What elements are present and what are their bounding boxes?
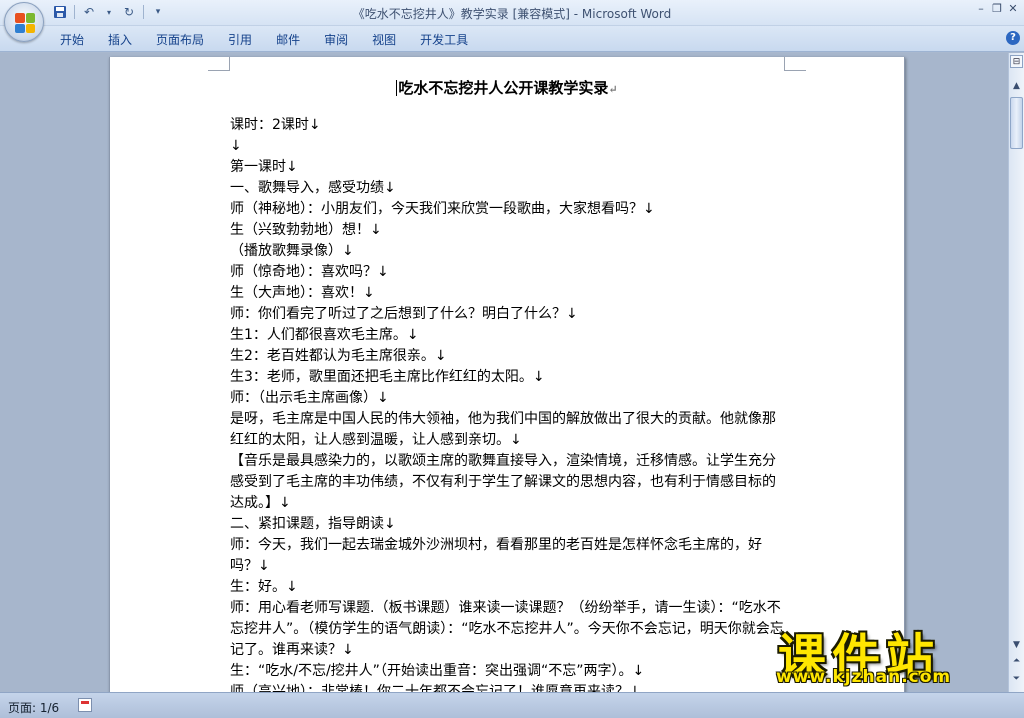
previous-page-icon[interactable]: ⏶: [1010, 654, 1023, 668]
paragraph: 生：“吃水/不忘/挖井人”（开始读出重音：突出强调“不忘”两字）。↓: [230, 663, 645, 679]
undo-icon[interactable]: ↶: [81, 4, 97, 20]
paragraph: 生1：人们都很喜欢毛主席。↓: [230, 327, 419, 343]
minimize-icon[interactable]: –: [974, 2, 988, 16]
customize-qat-icon[interactable]: ▾: [150, 4, 166, 20]
paragraph: 生：好。↓: [230, 579, 298, 595]
paragraph: 是呀，毛主席是中国人民的伟大领袖，他为我们中国的解放做出了很大的贡献。他就像那红…: [230, 411, 776, 448]
page-count-status[interactable]: 页面: 1/6: [8, 699, 59, 716]
help-icon[interactable]: ?: [1006, 31, 1020, 45]
quick-access-toolbar: ↶ ▾ ↻ ▾: [52, 4, 166, 20]
next-page-icon[interactable]: ⏷: [1010, 672, 1023, 686]
paragraph: 师：（出示毛主席画像）↓: [230, 390, 389, 406]
tab-insert[interactable]: 插入: [96, 31, 144, 49]
scroll-thumb[interactable]: [1010, 97, 1023, 149]
redo-icon[interactable]: ↻: [121, 4, 137, 20]
paragraph: 生（大声地）：喜欢！↓: [230, 285, 375, 301]
margin-corner-mark: [784, 57, 806, 71]
paragraph: 生2：老百姓都认为毛主席很亲。↓: [230, 348, 447, 364]
qat-separator: [143, 5, 144, 19]
paragraph: ↓: [230, 138, 242, 154]
vertical-scrollbar[interactable]: ⊟ ▲ ▼ ⏶ ⏷: [1008, 53, 1024, 692]
paragraph: 师（神秘地）：小朋友们，今天我们来欣赏一段歌曲，大家想看吗？↓: [230, 201, 655, 217]
paragraph: （播放歌舞录像）↓: [230, 243, 354, 259]
paragraph: 课时：2课时↓: [230, 117, 321, 133]
status-bar: 页面: 1/6: [0, 692, 1024, 718]
tab-references[interactable]: 引用: [216, 31, 264, 49]
app-name: Microsoft Word: [581, 7, 672, 21]
tab-home[interactable]: 开始: [48, 31, 96, 49]
paragraph: 一、歌舞导入，感受功绩↓: [230, 180, 396, 196]
paragraph: 师：用心看老师写课题.（板书课题）谁来读一读课题？（纷纷举手，请一生读）：“吃水…: [230, 600, 784, 658]
paragraph: 师：今天，我们一起去瑞金城外沙洲坝村，看看那里的老百姓是怎样怀念毛主席的，好吗？…: [230, 537, 762, 574]
paragraph: 生3：老师，歌里面还把毛主席比作红红的太阳。↓: [230, 369, 545, 385]
ribbon-tabs: 开始 插入 页面布局 引用 邮件 审阅 视图 开发工具: [48, 31, 480, 49]
tab-review[interactable]: 审阅: [312, 31, 360, 49]
office-logo-icon: [15, 13, 35, 33]
window-controls: – ❐ ✕: [974, 2, 1020, 16]
paragraph: 二、紧扣课题，指导朗读↓: [230, 516, 396, 532]
tab-developer[interactable]: 开发工具: [408, 31, 480, 49]
paragraph: 师：你们看完了听过了之后想到了什么？明白了什么？↓: [230, 306, 578, 322]
scroll-down-arrow-icon[interactable]: ▼: [1010, 638, 1023, 652]
save-icon[interactable]: [52, 4, 68, 20]
qat-separator: [74, 5, 75, 19]
document-title: 吃水不忘挖井人公开课教学实录↵: [110, 77, 904, 98]
paragraph: 生（兴致勃勃地）想！↓: [230, 222, 382, 238]
tab-page-layout[interactable]: 页面布局: [144, 31, 216, 49]
close-icon[interactable]: ✕: [1006, 2, 1020, 16]
ribbon-tab-bar: 开始 插入 页面布局 引用 邮件 审阅 视图 开发工具: [0, 26, 1024, 52]
paragraph: 【音乐是最具感染力的，以歌颂主席的歌舞直接导入，渲染情境，迁移情感。让学生充分感…: [230, 453, 776, 511]
chevron-down-icon[interactable]: ▾: [101, 4, 117, 20]
tab-view[interactable]: 视图: [360, 31, 408, 49]
window-title-text: 《吃水不忘挖井人》教学实录 [兼容模式] -: [352, 7, 582, 21]
paragraph: 师（高兴地）：非常棒！你二十年都不会忘记了！谁愿意再来读？↓: [230, 684, 641, 692]
view-ruler-icon[interactable]: ⊟: [1010, 55, 1023, 68]
paragraph-mark-icon: ↵: [608, 83, 618, 96]
scroll-up-arrow-icon[interactable]: ▲: [1010, 79, 1023, 93]
tab-mailings[interactable]: 邮件: [264, 31, 312, 49]
margin-corner-mark: [208, 57, 230, 71]
office-button[interactable]: [4, 2, 44, 42]
restore-icon[interactable]: ❐: [990, 2, 1004, 16]
document-title-text: 吃水不忘挖井人公开课教学实录: [398, 79, 609, 97]
paragraph: 第一课时↓: [230, 159, 298, 175]
paragraph: 师（惊奇地）：喜欢吗？↓: [230, 264, 389, 280]
document-body[interactable]: 课时：2课时↓ ↓ 第一课时↓ 一、歌舞导入，感受功绩↓ 师（神秘地）：小朋友们…: [230, 115, 786, 692]
title-bar: 《吃水不忘挖井人》教学实录 [兼容模式] - Microsoft Word ↶ …: [0, 0, 1024, 26]
document-workspace: 吃水不忘挖井人公开课教学实录↵ 课时：2课时↓ ↓ 第一课时↓ 一、歌舞导入，感…: [0, 53, 1008, 692]
proofing-icon[interactable]: [78, 698, 92, 712]
document-page[interactable]: 吃水不忘挖井人公开课教学实录↵ 课时：2课时↓ ↓ 第一课时↓ 一、歌舞导入，感…: [109, 57, 905, 692]
